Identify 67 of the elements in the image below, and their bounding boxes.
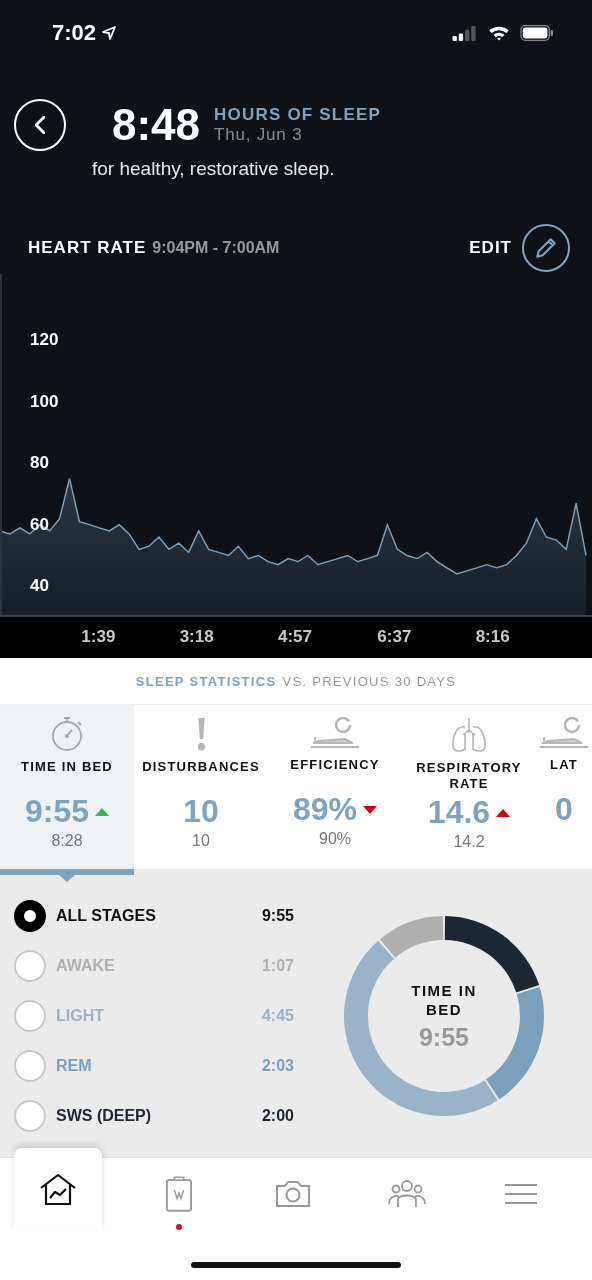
edit-pencil-button[interactable] bbox=[522, 224, 570, 272]
camera-icon bbox=[276, 1181, 310, 1207]
house-chart-icon bbox=[40, 1173, 76, 1205]
statistic-label: EFFICIENCY bbox=[290, 757, 380, 774]
sleep-hours-label: HOURS OF SLEEP bbox=[214, 105, 382, 125]
statistic-value: 14.6 bbox=[427, 794, 491, 831]
stage-time: 4:45 bbox=[261, 1007, 294, 1025]
previous-value: 8:28 bbox=[51, 832, 83, 850]
tab[interactable] bbox=[14, 1148, 102, 1230]
pencil-icon bbox=[536, 238, 556, 258]
statistic-label: LAT bbox=[550, 757, 578, 774]
heart-rate-range: 9:04PM - 7:00AM bbox=[152, 239, 280, 257]
statistic-value: 0 bbox=[555, 791, 573, 828]
statistic-value: 10 bbox=[183, 793, 219, 830]
statistics-subtitle: VS. PREVIOUS 30 DAYS bbox=[282, 673, 457, 689]
signal-icon bbox=[452, 25, 478, 41]
stage-time: 1:07 bbox=[261, 957, 294, 975]
sleep-note: for healthy, restorative sleep. bbox=[92, 158, 335, 180]
stage-label: SWS (DEEP) bbox=[56, 1107, 153, 1125]
y-axis-label: 40 bbox=[30, 576, 49, 597]
statistics-title: SLEEP STATISTICS bbox=[135, 673, 277, 689]
stage-time: 2:00 bbox=[261, 1107, 294, 1125]
stage-label: REM bbox=[56, 1057, 93, 1075]
stopwatch-icon bbox=[52, 717, 82, 751]
lungs-icon bbox=[452, 717, 486, 752]
wifi-icon bbox=[488, 25, 510, 41]
stage-time: 9:55 bbox=[261, 907, 294, 925]
exclamation-icon bbox=[196, 717, 206, 751]
location-arrow-icon bbox=[102, 26, 117, 40]
x-axis-label: 3:18 bbox=[179, 627, 214, 647]
back-button[interactable] bbox=[14, 99, 66, 151]
statistic-label: RESPIRATORY RATE bbox=[415, 760, 523, 792]
status-time: 7:02 bbox=[52, 20, 97, 46]
menu-icon bbox=[505, 1183, 537, 1205]
sleeping-person-icon bbox=[539, 717, 589, 749]
donut-value: 9:55 bbox=[418, 1022, 469, 1052]
sleep-hours-value: 8:48 bbox=[112, 100, 201, 150]
statistic-card[interactable]: TIME IN BED 9:55 8:28 bbox=[0, 705, 134, 869]
stage-label: AWAKE bbox=[56, 957, 116, 975]
x-axis-label: 8:16 bbox=[475, 627, 510, 647]
statistic-value: 9:55 bbox=[24, 793, 89, 830]
previous-value: 90% bbox=[319, 830, 351, 848]
statistic-label: DISTURBANCES bbox=[142, 759, 260, 776]
x-axis-label: 6:37 bbox=[377, 627, 412, 647]
previous-value: 14.2 bbox=[453, 833, 485, 851]
x-axis-label: 1:39 bbox=[81, 627, 116, 647]
back-icon bbox=[35, 116, 45, 134]
clipboard-icon bbox=[166, 1176, 192, 1212]
sleep-date: Thu, Jun 3 bbox=[214, 125, 304, 145]
radio-button[interactable] bbox=[14, 900, 46, 932]
heart-rate-title: HEART RATE bbox=[28, 238, 147, 258]
edit-button[interactable]: EDIT bbox=[469, 238, 512, 258]
people-icon bbox=[388, 1180, 426, 1208]
y-axis-label: 120 bbox=[30, 330, 59, 351]
stage-time: 2:03 bbox=[261, 1057, 294, 1075]
y-axis-label: 100 bbox=[30, 391, 59, 412]
stage-label: LIGHT bbox=[56, 1007, 105, 1025]
battery-icon bbox=[520, 25, 554, 41]
stage-label: ALL STAGES bbox=[56, 907, 157, 925]
selection-pointer bbox=[59, 875, 75, 882]
sleeping-person-icon bbox=[310, 717, 360, 749]
previous-value: 10 bbox=[192, 832, 210, 850]
donut-title: TIME IN BED bbox=[410, 980, 478, 1019]
statistic-label: TIME IN BED bbox=[21, 759, 113, 776]
statistic-value: 89% bbox=[292, 791, 357, 828]
y-axis-label: 80 bbox=[30, 453, 49, 474]
x-axis-label: 4:57 bbox=[278, 627, 312, 647]
